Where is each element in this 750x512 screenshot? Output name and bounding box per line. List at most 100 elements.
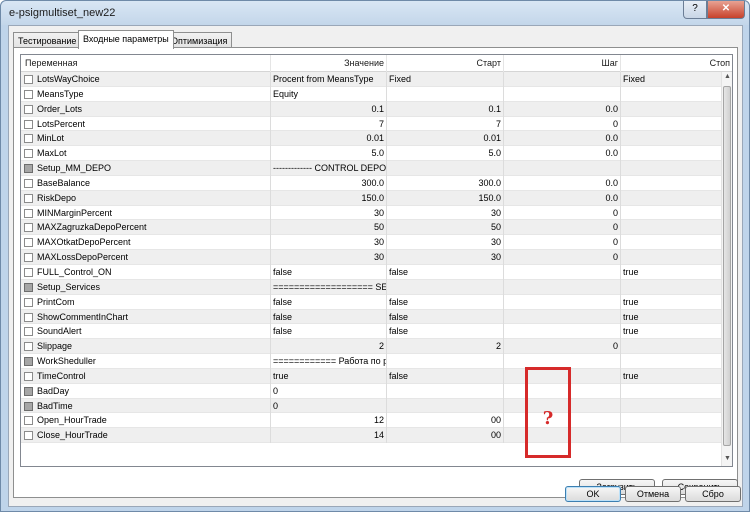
table-row[interactable]: MeansType Equity bbox=[21, 86, 721, 102]
cell-value[interactable]: Equity bbox=[271, 86, 387, 102]
table-row[interactable]: MAXLossDepoPercent303000 bbox=[21, 250, 732, 265]
cell-value[interactable]: Procent from MeansType bbox=[271, 72, 387, 87]
cell-stop[interactable]: 00 bbox=[621, 413, 732, 428]
cell-start[interactable]: 30 bbox=[387, 250, 504, 265]
cell-stop[interactable]: Fixed bbox=[621, 72, 732, 87]
cell-value[interactable]: true bbox=[271, 368, 387, 384]
cell-start[interactable] bbox=[387, 161, 504, 176]
cell-start[interactable]: 5.0 bbox=[387, 146, 504, 162]
cell-value[interactable]: 0 bbox=[271, 398, 387, 414]
cell-step[interactable] bbox=[504, 161, 621, 176]
table-row[interactable]: BadDay 0 bbox=[21, 383, 721, 399]
table-row[interactable]: PrintCom false false true bbox=[21, 294, 721, 310]
ok-button[interactable]: OK bbox=[565, 486, 621, 502]
cell-start[interactable]: false bbox=[387, 309, 504, 325]
table-row[interactable]: FULL_Control_ON false false true bbox=[21, 264, 721, 280]
table-row[interactable]: TimeControl true false true bbox=[21, 368, 721, 384]
cell-value[interactable]: false bbox=[271, 264, 387, 280]
header-stop[interactable]: Стоп bbox=[621, 55, 732, 72]
table-row[interactable]: MAXOtkatDepoPercent303000 bbox=[21, 235, 732, 251]
cell-stop[interactable]: 0 bbox=[621, 220, 732, 235]
cell-step[interactable] bbox=[504, 279, 621, 295]
cell-step[interactable]: 0 bbox=[504, 339, 621, 355]
cell-value[interactable]: 5.0 bbox=[271, 146, 387, 162]
cell-value[interactable]: 50 bbox=[271, 220, 387, 236]
cell-start[interactable]: false bbox=[387, 264, 504, 280]
header-start[interactable]: Старт bbox=[387, 55, 504, 72]
cell-stop[interactable]: 0 bbox=[621, 339, 732, 354]
cell-start[interactable]: 00 bbox=[387, 413, 504, 429]
cell-start[interactable] bbox=[387, 279, 504, 295]
cell-step[interactable] bbox=[504, 324, 621, 340]
cell-stop[interactable]: true bbox=[621, 369, 732, 384]
cancel-button[interactable]: Отмена bbox=[625, 486, 681, 502]
cell-value[interactable]: 0 bbox=[271, 383, 387, 399]
scroll-up-icon[interactable]: ▲ bbox=[723, 73, 732, 83]
cell-value[interactable]: false bbox=[271, 309, 387, 325]
table-row[interactable]: Setup_MM_DEPO ------------- CONTROL DEPO … bbox=[21, 161, 721, 176]
cell-start[interactable]: 7 bbox=[387, 116, 504, 132]
table-row[interactable]: LotsWayChoice Procent from MeansType Fixed… bbox=[21, 72, 721, 87]
cell-value[interactable]: false bbox=[271, 324, 387, 340]
title-bar[interactable]: e-psigmultiset_new22 ? ✕ bbox=[1, 1, 749, 25]
table-row[interactable]: Slippage2200 bbox=[21, 339, 732, 355]
header-variable[interactable]: Переменная bbox=[21, 55, 271, 72]
cell-stop[interactable] bbox=[621, 399, 732, 414]
cell-value[interactable]: 30 bbox=[271, 250, 387, 265]
help-button[interactable]: ? bbox=[683, 1, 707, 19]
cell-start[interactable]: 0.1 bbox=[387, 101, 504, 117]
cell-start[interactable]: 30 bbox=[387, 205, 504, 221]
tab-optimization[interactable]: Оптимизация bbox=[166, 32, 233, 48]
cell-stop[interactable]: true bbox=[621, 265, 732, 280]
cell-start[interactable]: 2 bbox=[387, 339, 504, 355]
cell-stop[interactable] bbox=[621, 354, 732, 369]
cell-stop[interactable]: 0.0 bbox=[621, 146, 732, 161]
cell-start[interactable] bbox=[387, 383, 504, 399]
cell-value[interactable]: 7 bbox=[271, 116, 387, 132]
cell-start[interactable]: 30 bbox=[387, 235, 504, 251]
cell-step[interactable]: 0.0 bbox=[504, 131, 621, 147]
cell-value[interactable]: 0.1 bbox=[271, 101, 387, 117]
cell-stop[interactable]: 0.0 bbox=[621, 131, 732, 146]
table-row[interactable]: Setup_Services=================== SERVIC… bbox=[21, 279, 721, 295]
cell-value[interactable]: 14 bbox=[271, 428, 387, 444]
scroll-down-icon[interactable]: ▼ bbox=[723, 455, 732, 465]
vertical-scrollbar[interactable]: ▲ ▼ bbox=[721, 72, 732, 466]
cell-stop[interactable]: true bbox=[621, 295, 732, 310]
cell-step[interactable] bbox=[504, 294, 621, 310]
cell-step[interactable]: 0 bbox=[504, 235, 621, 251]
cell-step[interactable]: 0 bbox=[504, 250, 621, 265]
table-row[interactable]: SoundAlert false false true bbox=[21, 324, 721, 340]
cell-start[interactable]: 150.0 bbox=[387, 190, 504, 206]
header-value[interactable]: Значение bbox=[271, 55, 387, 72]
table-row[interactable]: MINMarginPercent303000 bbox=[21, 205, 732, 221]
cell-start[interactable]: false bbox=[387, 324, 504, 340]
cell-step[interactable] bbox=[504, 309, 621, 325]
cell-step[interactable]: 0 bbox=[504, 205, 621, 221]
reset-button[interactable]: Сбро bbox=[685, 486, 741, 502]
table-row[interactable]: LotsPercent7700 bbox=[21, 116, 732, 132]
cell-start[interactable]: 00 bbox=[387, 428, 504, 444]
cell-step[interactable]: 0.0 bbox=[504, 101, 621, 117]
table-row[interactable]: MinLot0.010.010.00.0 bbox=[21, 131, 732, 147]
cell-value[interactable]: 2 bbox=[271, 339, 387, 355]
cell-stop[interactable] bbox=[621, 280, 732, 295]
cell-start[interactable]: false bbox=[387, 368, 504, 384]
cell-step[interactable] bbox=[504, 86, 621, 102]
cell-value[interactable]: 30 bbox=[271, 235, 387, 251]
cell-stop[interactable]: 0.0 bbox=[621, 102, 732, 117]
cell-value[interactable]: 300.0 bbox=[271, 175, 387, 191]
table-row[interactable]: WorkSheduller============ Работа по расп… bbox=[21, 354, 721, 369]
cell-stop[interactable]: 0 bbox=[621, 206, 732, 221]
scrollbar-thumb[interactable] bbox=[723, 86, 731, 446]
cell-start[interactable] bbox=[387, 86, 504, 102]
cell-value[interactable]: 30 bbox=[271, 205, 387, 221]
cell-start[interactable]: Fixed bbox=[387, 72, 504, 87]
cell-start[interactable]: 50 bbox=[387, 220, 504, 236]
cell-step[interactable]: 0.0 bbox=[504, 190, 621, 206]
cell-value[interactable]: false bbox=[271, 294, 387, 310]
cell-stop[interactable]: 0 bbox=[621, 250, 732, 265]
cell-step[interactable]: 0 bbox=[504, 116, 621, 132]
table-row[interactable]: ShowCommentInChart false false true bbox=[21, 309, 721, 325]
cell-stop[interactable]: 0.0 bbox=[621, 176, 732, 191]
